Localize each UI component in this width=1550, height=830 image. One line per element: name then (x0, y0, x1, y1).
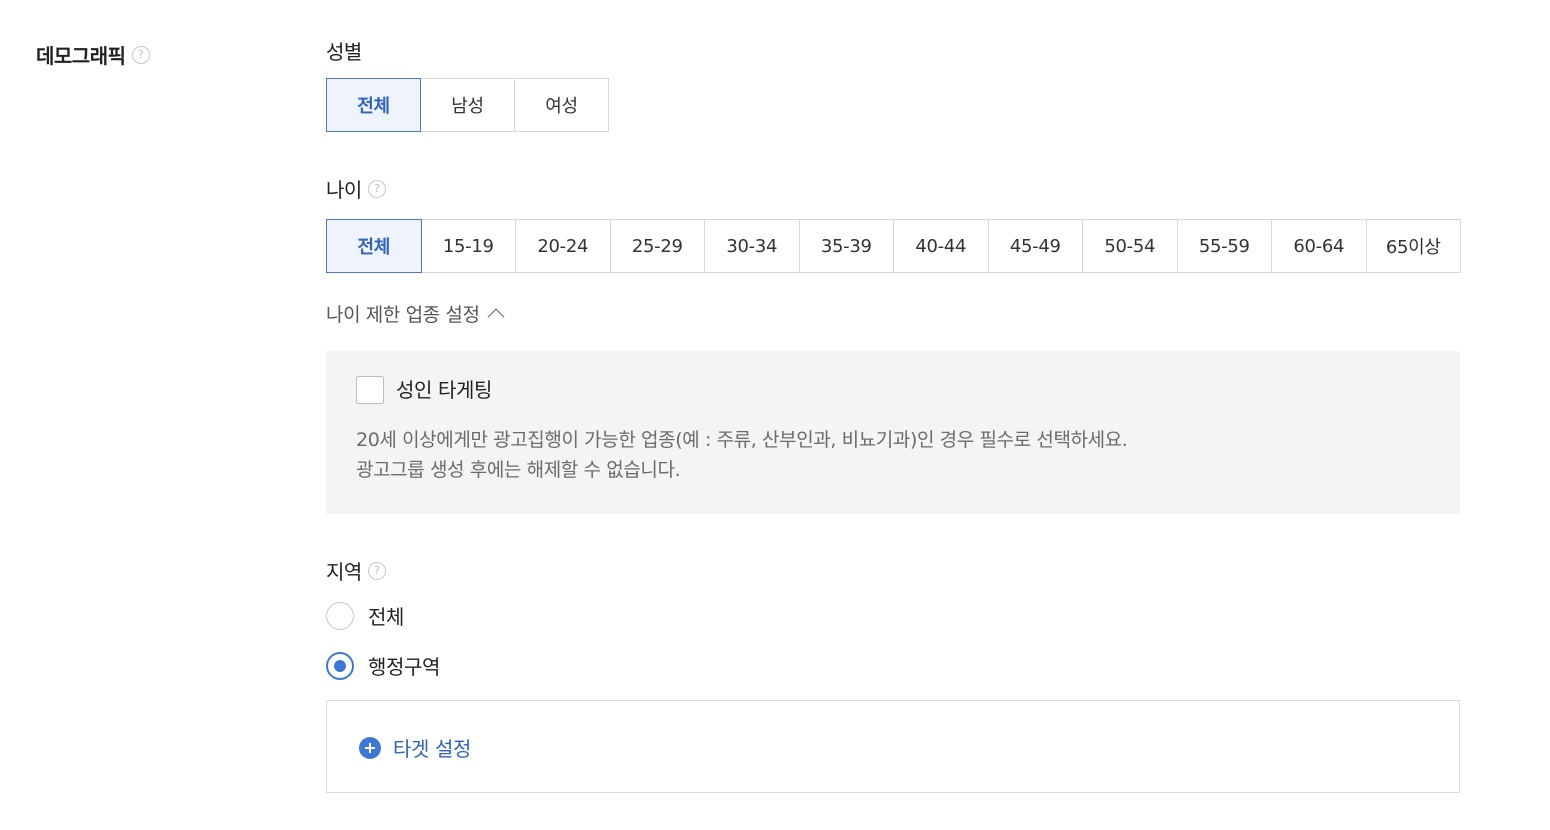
gender-option-female[interactable]: 여성 (514, 78, 609, 132)
help-icon[interactable]: ? (367, 179, 386, 198)
age-option-55-59[interactable]: 55-59 (1176, 219, 1272, 273)
age-option-30-34[interactable]: 30-34 (704, 219, 800, 273)
gender-label: 성별 (326, 36, 362, 65)
age-option-15-19[interactable]: 15-19 (420, 219, 516, 273)
region-option-all[interactable]: 전체 (326, 601, 404, 630)
age-option-50-54[interactable]: 50-54 (1082, 219, 1178, 273)
age-option-all[interactable]: 전체 (326, 219, 422, 273)
help-icon[interactable]: ? (131, 45, 150, 64)
age-option-25-29[interactable]: 25-29 (609, 219, 705, 273)
region-label-text: 지역 (326, 560, 362, 584)
adult-targeting-label[interactable]: 성인 타게팅 (396, 376, 492, 404)
section-title-text: 데모그래픽 (36, 44, 126, 68)
region-target-panel: 타겟 설정 (326, 700, 1460, 793)
age-label: 나이 ? (326, 174, 386, 203)
adult-targeting-desc-line1: 20세 이상에게만 광고집행이 가능한 업종(예 : 주류, 산부인과, 비뇨기… (356, 429, 1128, 451)
gender-option-all[interactable]: 전체 (326, 78, 421, 132)
age-option-45-49[interactable]: 45-49 (987, 219, 1083, 273)
age-option-20-24[interactable]: 20-24 (515, 219, 611, 273)
adult-targeting-desc-line2: 광고그룹 생성 후에는 해제할 수 없습니다. (356, 459, 681, 481)
radio-button-all[interactable] (326, 601, 354, 630)
gender-segmented-control: 전체 남성 여성 (326, 78, 609, 132)
chevron-up-icon (487, 308, 505, 326)
region-option-admin-district-label: 행정구역 (368, 655, 440, 679)
age-option-35-39[interactable]: 35-39 (798, 219, 894, 273)
adult-targeting-panel: 성인 타게팅 20세 이상에게만 광고집행이 가능한 업종(예 : 주류, 산부… (326, 351, 1460, 514)
gender-option-male[interactable]: 남성 (420, 78, 515, 132)
radio-button-admin-district[interactable] (326, 651, 354, 680)
region-option-all-label: 전체 (368, 605, 404, 629)
age-segmented-control: 전체 15-19 20-24 25-29 30-34 35-39 40-44 4… (326, 219, 1461, 273)
age-option-60-64[interactable]: 60-64 (1271, 219, 1367, 273)
demographic-settings-page: 데모그래픽 ? 성별 전체 남성 여성 나이 ? 전체 15-19 20-24 … (0, 0, 1550, 830)
age-label-text: 나이 (326, 178, 362, 202)
adult-targeting-description: 20세 이상에게만 광고집행이 가능한 업종(예 : 주류, 산부인과, 비뇨기… (356, 425, 1128, 485)
plus-circle-icon (359, 736, 381, 759)
target-settings-label: 타겟 설정 (393, 737, 471, 761)
gender-label-text: 성별 (326, 40, 362, 64)
target-settings-button[interactable]: 타겟 설정 (359, 733, 471, 762)
age-option-40-44[interactable]: 40-44 (893, 219, 989, 273)
section-title-demographic: 데모그래픽 ? (36, 40, 150, 69)
age-option-65-plus[interactable]: 65이상 (1365, 219, 1461, 273)
age-restriction-toggle[interactable]: 나이 제한 업종 설정 (326, 300, 505, 327)
region-option-admin-district[interactable]: 행정구역 (326, 651, 440, 680)
help-icon[interactable]: ? (367, 561, 386, 580)
age-restriction-toggle-label: 나이 제한 업종 설정 (326, 304, 480, 326)
adult-targeting-checkbox[interactable] (356, 376, 384, 404)
region-label: 지역 ? (326, 556, 386, 585)
